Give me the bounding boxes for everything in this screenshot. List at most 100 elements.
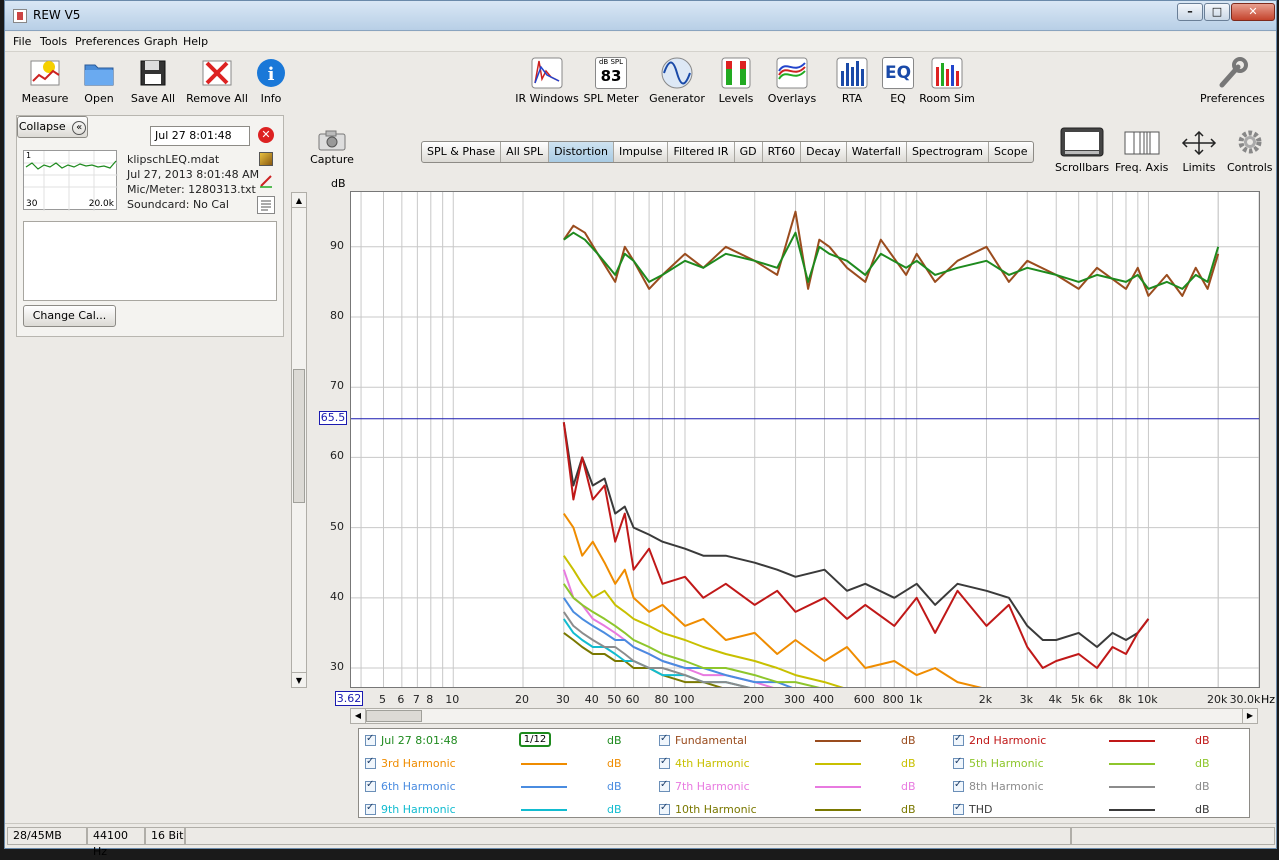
- thumb-x-min: 30: [26, 199, 38, 209]
- collapse-button[interactable]: Collapse «: [17, 116, 88, 138]
- legend-checkbox-fundamental[interactable]: [659, 733, 670, 746]
- controls-button[interactable]: Controls: [1227, 127, 1273, 174]
- vertical-scrollbar[interactable]: ▲ ▼: [291, 192, 307, 688]
- menu-preferences[interactable]: Preferences: [75, 35, 140, 48]
- distortion-plot[interactable]: [350, 191, 1260, 688]
- x-tick-label: 10: [445, 693, 460, 706]
- legend-swatch-thd: [1109, 809, 1155, 811]
- notes-icon[interactable]: [257, 196, 275, 214]
- legend-checkbox-4th-harmonic[interactable]: [659, 756, 670, 769]
- limits-button[interactable]: Limits: [1181, 127, 1217, 174]
- change-cal-button[interactable]: Change Cal...: [23, 305, 116, 327]
- legend-checkbox-10th-harmonic[interactable]: [659, 802, 670, 815]
- legend-checkbox-6th-harmonic[interactable]: [365, 779, 376, 792]
- close-button[interactable]: ✕: [1231, 3, 1275, 21]
- legend-checkbox-8th-harmonic[interactable]: [953, 779, 964, 792]
- maximize-icon: □: [1211, 5, 1223, 18]
- x-axis-start-box[interactable]: 3.62: [335, 691, 363, 706]
- eq-icon: EQ: [882, 57, 914, 89]
- legend-checkbox-thd[interactable]: [953, 802, 964, 815]
- tab-decay[interactable]: Decay: [801, 142, 847, 162]
- color-pen-icon[interactable]: [259, 174, 273, 188]
- x-tick-label: 30: [555, 693, 570, 706]
- h-scroll-thumb[interactable]: [366, 710, 422, 722]
- notes-textarea[interactable]: [23, 221, 277, 301]
- tab-waterfall[interactable]: Waterfall: [847, 142, 907, 162]
- x-tick-label: 200: [743, 693, 765, 706]
- cursor-value-box[interactable]: 65.5: [319, 411, 347, 425]
- x-tick-label: 20: [515, 693, 529, 706]
- generator-label: Generator: [649, 92, 705, 105]
- x-tick-label: 5: [379, 693, 386, 706]
- save-all-button[interactable]: Save All: [121, 57, 185, 105]
- measurement-select[interactable]: Jul 27 8:01:48: [150, 126, 250, 146]
- freq-axis-button[interactable]: Freq. Axis: [1115, 127, 1168, 174]
- scroll-thumb[interactable]: [293, 369, 305, 503]
- x-tick-label: 400: [812, 693, 834, 706]
- legend-swatch-2nd-harmonic: [1109, 740, 1155, 742]
- preferences-button[interactable]: Preferences: [1200, 57, 1265, 105]
- legend-label-7th-harmonic: 7th Harmonic: [675, 780, 750, 793]
- tab-spl-phase[interactable]: SPL & Phase: [422, 142, 502, 162]
- scrollbars-button[interactable]: Scrollbars: [1055, 127, 1109, 174]
- spl-meter-value: 83: [600, 67, 622, 85]
- measurement-card[interactable]: 1 30 20.0k klipschLEQ.mdat Jul 27, 2013 …: [23, 146, 279, 218]
- menu-file[interactable]: File: [13, 35, 31, 48]
- y-tick-label: 30: [330, 660, 344, 674]
- tab-scope[interactable]: Scope: [989, 142, 1033, 162]
- legend-checkbox-5th-harmonic[interactable]: [953, 756, 964, 769]
- capture-button[interactable]: Capture: [309, 129, 355, 166]
- legend-label-10th-harmonic: 10th Harmonic: [675, 803, 757, 816]
- scroll-down-arrow-icon[interactable]: ▼: [292, 672, 306, 687]
- tab-impulse[interactable]: Impulse: [614, 142, 669, 162]
- scroll-left-arrow-icon[interactable]: ◀: [351, 709, 366, 723]
- remove-measurement-icon[interactable]: ✕: [258, 127, 274, 143]
- legend-checkbox-7th-harmonic[interactable]: [659, 779, 670, 792]
- info-button[interactable]: i Info: [239, 57, 303, 105]
- levels-label: Levels: [718, 92, 754, 105]
- tab-all-spl[interactable]: All SPL: [501, 142, 550, 162]
- legend-swatch-4th-harmonic: [815, 763, 861, 765]
- x-tick-label: 6: [397, 693, 405, 706]
- legend-checkbox-3rd-harmonic[interactable]: [365, 756, 376, 769]
- y-tick-label: 40: [330, 589, 344, 603]
- x-tick-label: 5k: [1070, 693, 1085, 706]
- minimize-button[interactable]: –: [1177, 3, 1203, 21]
- scroll-right-arrow-icon[interactable]: ▶: [1242, 709, 1257, 723]
- x-tick-label: 600: [853, 693, 875, 706]
- tab-spectrogram[interactable]: Spectrogram: [907, 142, 990, 162]
- horizontal-scrollbar[interactable]: ◀ ▶: [350, 708, 1258, 724]
- tab-gd[interactable]: GD: [735, 142, 763, 162]
- thumb-x-max: 20.0k: [88, 199, 114, 209]
- ir-windows-button[interactable]: IR Windows: [515, 57, 579, 105]
- levels-button[interactable]: Levels: [704, 57, 768, 105]
- menu-graph[interactable]: Graph: [144, 35, 178, 48]
- maximize-button[interactable]: □: [1204, 3, 1230, 21]
- save-icon: [137, 57, 169, 89]
- spl-meter-button[interactable]: dB SPL 83 SPL Meter: [579, 57, 643, 105]
- generator-button[interactable]: Generator: [645, 57, 709, 105]
- legend-checkbox-2nd-harmonic[interactable]: [953, 733, 964, 746]
- overlays-button[interactable]: Overlays: [760, 57, 824, 105]
- tab-rt60[interactable]: RT60: [763, 142, 802, 162]
- plot-canvas: [351, 192, 1259, 687]
- room-sim-button[interactable]: Room Sim: [915, 57, 979, 105]
- x-tick-label: 7: [412, 693, 420, 706]
- x-tick-label: 30.0k: [1229, 693, 1261, 706]
- legend-label-jul-27-8-01-48: Jul 27 8:01:48: [381, 734, 458, 747]
- close-icon: ✕: [1248, 5, 1258, 18]
- legend-checkbox-9th-harmonic[interactable]: [365, 802, 376, 815]
- menu-help[interactable]: Help: [183, 35, 208, 48]
- tab-distortion[interactable]: Distortion: [549, 142, 614, 162]
- legend-checkbox-jul-27-8-01-48[interactable]: [365, 733, 376, 746]
- folder-icon: [83, 57, 115, 89]
- svg-text:i: i: [268, 64, 275, 85]
- edit-icon[interactable]: [259, 152, 273, 166]
- overlays-icon: [776, 57, 808, 89]
- tab-filtered-ir[interactable]: Filtered IR: [668, 142, 735, 162]
- smoothing-indicator[interactable]: 1/12: [519, 732, 551, 747]
- x-tick-label: 100: [673, 693, 695, 706]
- series-line-10th-harmonic: [563, 632, 723, 687]
- menu-tools[interactable]: Tools: [40, 35, 67, 48]
- scroll-up-arrow-icon[interactable]: ▲: [292, 193, 306, 208]
